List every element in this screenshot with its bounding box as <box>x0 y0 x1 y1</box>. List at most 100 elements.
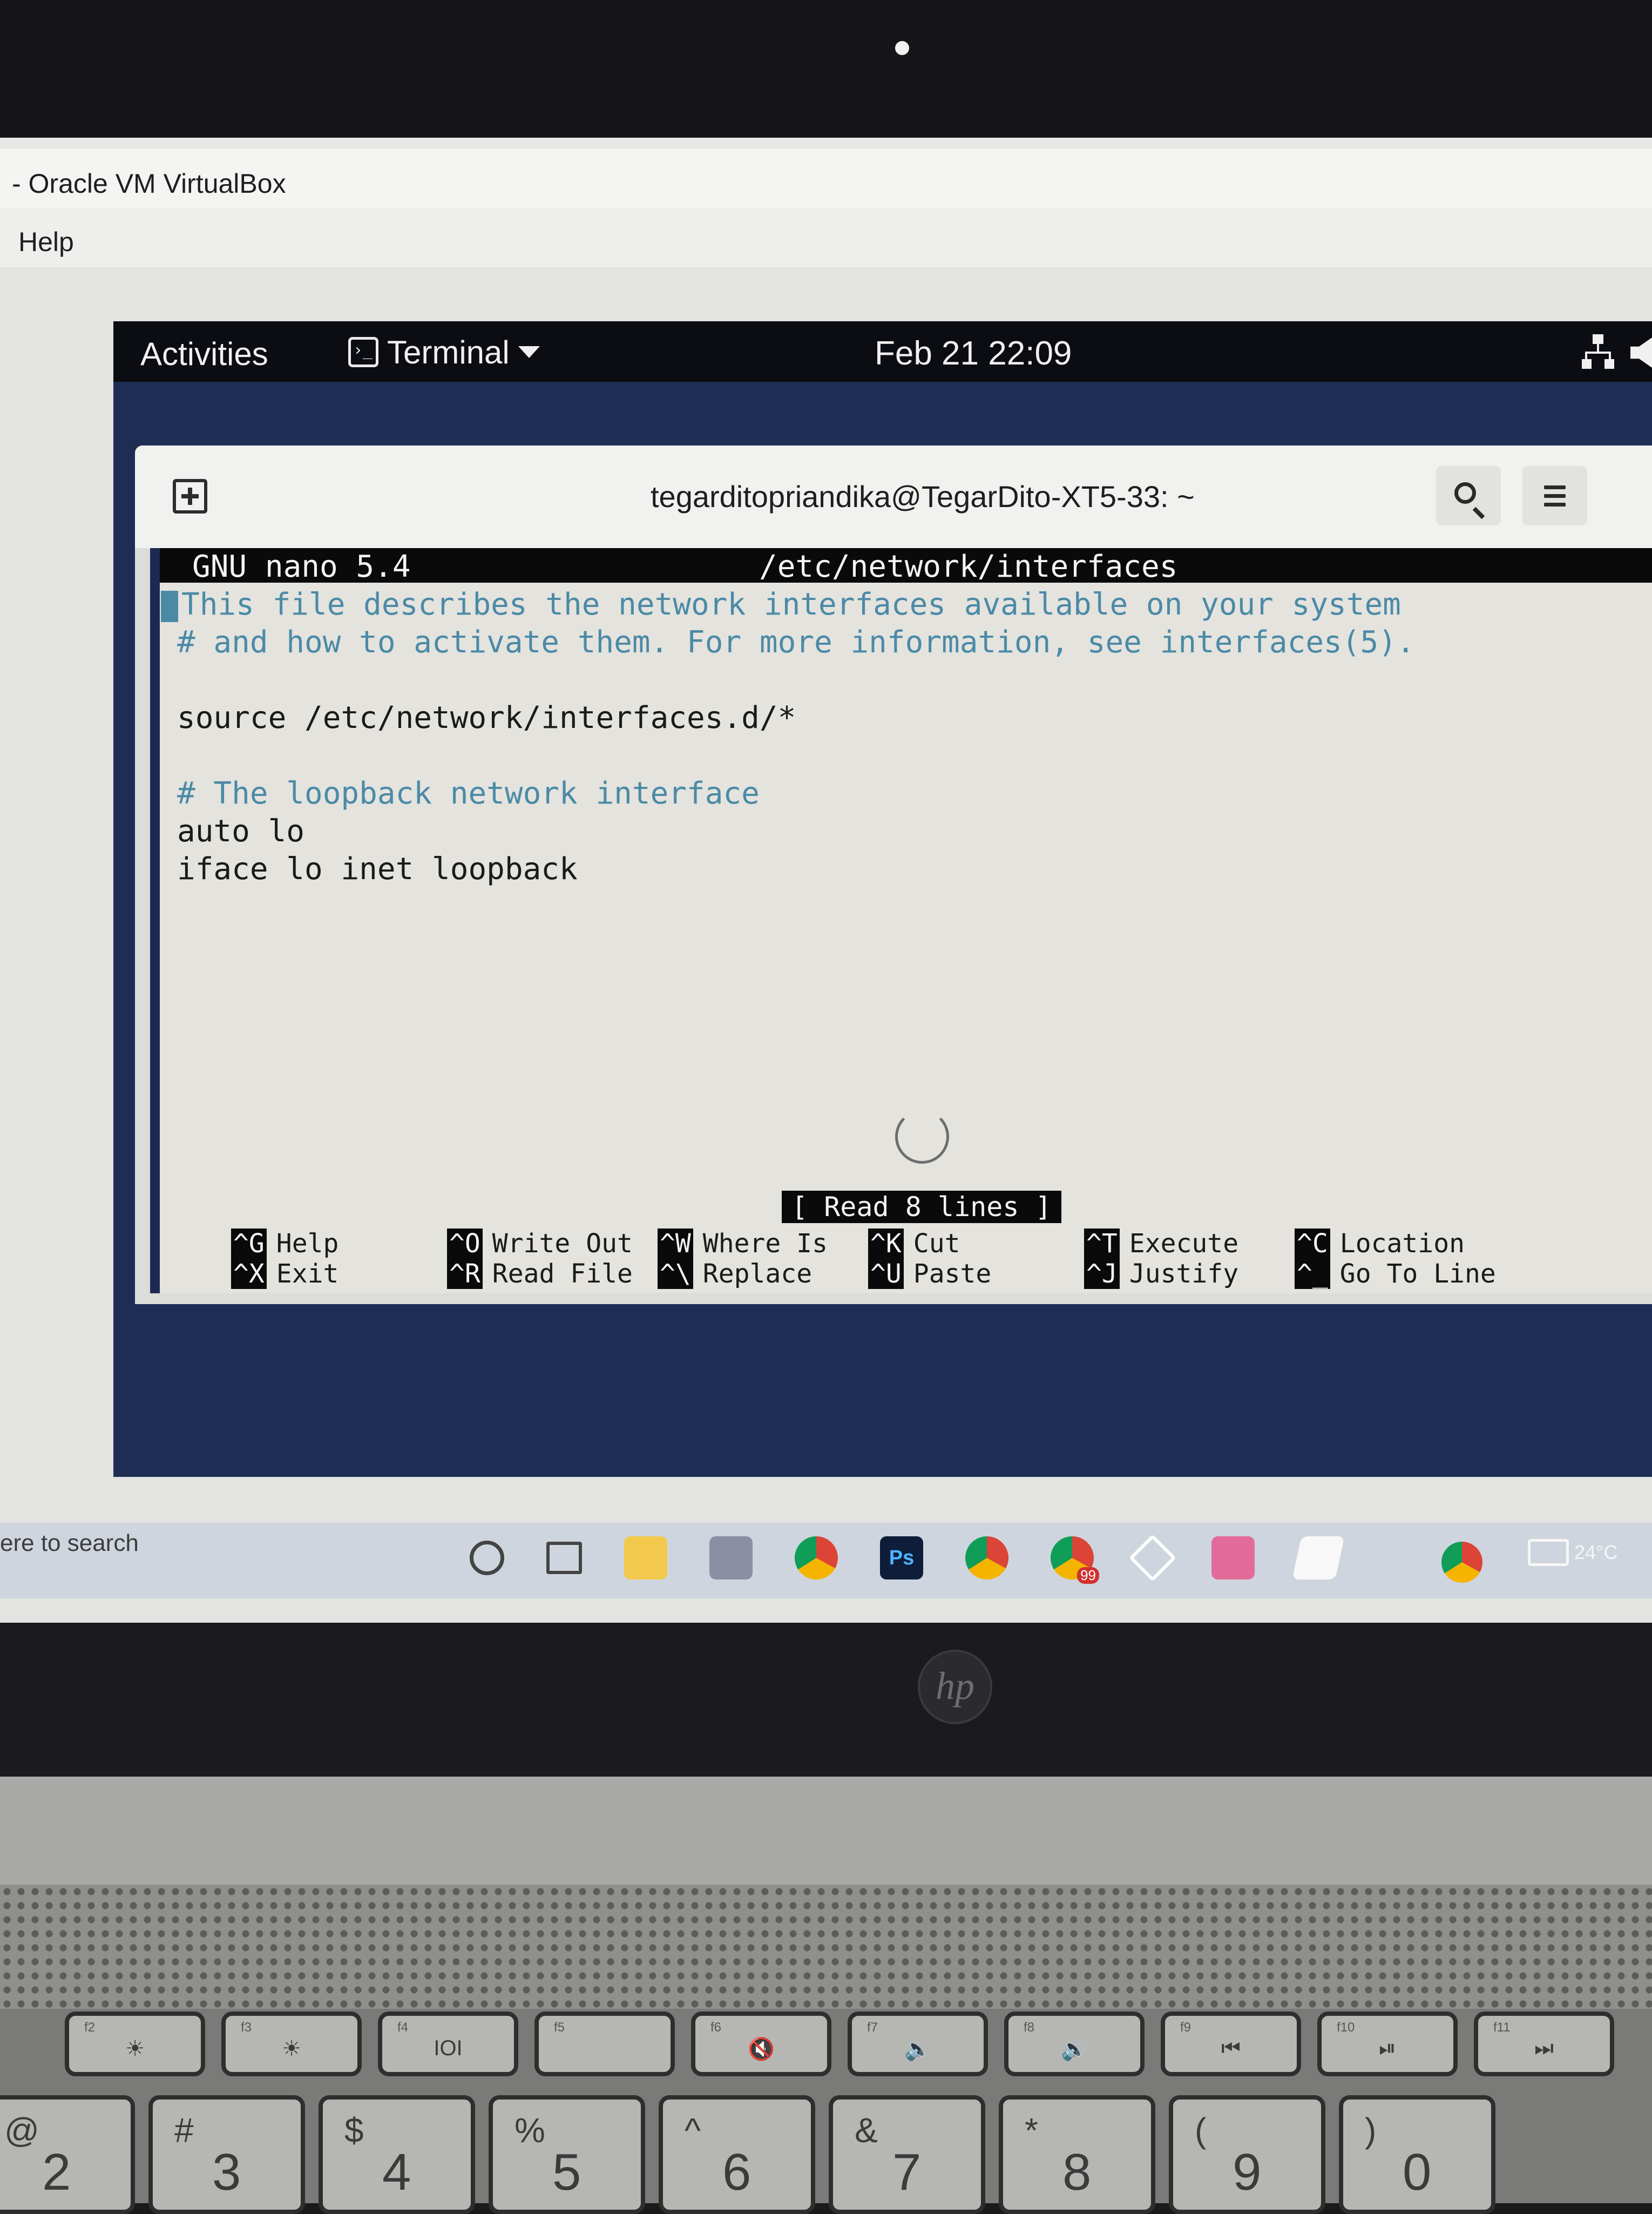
shortcut-key: ^X <box>231 1259 267 1289</box>
number-key[interactable]: (9 <box>1169 2095 1325 2214</box>
number-key-digit: 2 <box>42 2143 71 2201</box>
function-key[interactable]: f2 ☀ <box>65 2012 205 2076</box>
nano-shortcut: ^J Justify <box>1084 1259 1289 1289</box>
function-key[interactable]: f5 <box>534 2012 675 2076</box>
number-key[interactable]: ) 0 <box>1339 2095 1495 2214</box>
search-icon <box>1454 482 1476 504</box>
menu-button[interactable] <box>1522 466 1587 525</box>
number-key-symbol: & <box>855 2111 878 2150</box>
number-key[interactable]: * 8 <box>999 2095 1155 2214</box>
number-key-symbol: % <box>514 2111 545 2150</box>
app-menu-terminal[interactable]: Terminal <box>348 333 540 371</box>
virtualbox-icon[interactable] <box>1129 1534 1176 1582</box>
number-key-digit: 9 <box>1233 2143 1262 2201</box>
taskbar-search[interactable]: ere to search <box>0 1530 139 1557</box>
terminal-title: tegarditopriandika@TegarDito-XT5-33: ~ <box>651 480 1195 514</box>
number-key-digit: 5 <box>552 2143 581 2201</box>
function-key[interactable]: f8 🔊 <box>1004 2012 1145 2076</box>
function-key-label: f11 <box>1493 2020 1511 2035</box>
nano-buffer[interactable]: This file describes the network interfac… <box>161 586 1635 888</box>
nano-editor[interactable]: GNU nano 5.4 /etc/network/interfaces Thi… <box>150 548 1652 1293</box>
function-key[interactable]: f4 IOI <box>378 2012 518 2076</box>
chrome-icon[interactable] <box>795 1536 838 1580</box>
new-tab-icon[interactable] <box>173 479 207 514</box>
shortcut-key: ^U <box>868 1259 904 1289</box>
number-key-symbol: # <box>174 2111 194 2150</box>
camera-app-icon[interactable] <box>1211 1536 1255 1580</box>
chrome-notifications-icon[interactable]: 99 <box>1051 1536 1099 1584</box>
laptop-top-bezel <box>0 0 1652 146</box>
number-key[interactable]: % 5 <box>489 2095 645 2214</box>
number-key-digit: 4 <box>382 2143 411 2201</box>
function-key-label: f9 <box>1180 2020 1191 2035</box>
notification-badge: 99 <box>1077 1567 1099 1584</box>
number-key-digit: 7 <box>892 2143 922 2201</box>
nano-line: # and how to activate them. For more inf… <box>177 624 1635 662</box>
caret-down-icon <box>518 346 540 358</box>
search-button[interactable] <box>1436 466 1501 525</box>
number-key[interactable]: $4 <box>319 2095 475 2214</box>
speaker-grille <box>0 1885 1652 2009</box>
menu-help[interactable]: Help <box>18 226 74 258</box>
nano-filename: /etc/network/interfaces <box>759 549 1178 584</box>
nano-shortcut: ^G Help <box>231 1228 436 1259</box>
number-key[interactable]: ^ 6 <box>659 2095 815 2214</box>
number-key-symbol: ( <box>1195 2111 1207 2150</box>
chat-icon[interactable] <box>709 1536 753 1580</box>
weather-widget[interactable]: 24°C <box>1528 1539 1617 1566</box>
number-key-symbol: ^ <box>685 2111 701 2150</box>
clock[interactable]: Feb 21 22:09 <box>875 334 1072 373</box>
function-key[interactable]: f10 ⏯ <box>1317 2012 1458 2076</box>
function-key[interactable]: f6 🔇 <box>691 2012 831 2076</box>
chrome-profile-icon[interactable] <box>965 1536 1008 1580</box>
cortana-icon[interactable] <box>470 1541 504 1575</box>
function-key[interactable]: f3 ☀ <box>221 2012 362 2076</box>
nano-shortcut: ^U Paste <box>868 1259 1073 1289</box>
number-key[interactable]: @2 <box>0 2095 135 2214</box>
sticky-notes-icon[interactable] <box>1292 1536 1345 1580</box>
weather-icon <box>1528 1539 1569 1566</box>
shortcut-label: Replace <box>702 1259 813 1289</box>
function-key[interactable]: f7 🔉 <box>848 2012 988 2076</box>
nano-line-text: # The loopback network interface <box>177 776 760 811</box>
nano-line: This file describes the network interfac… <box>161 586 1635 624</box>
tray-chrome-icon[interactable] <box>1441 1542 1482 1583</box>
nano-line: source /etc/network/interfaces.d/* <box>177 699 1635 737</box>
number-key-symbol: $ <box>344 2111 364 2150</box>
function-key-symbol: ⏮ <box>1221 2036 1241 2060</box>
nano-line-text: auto lo <box>177 814 305 849</box>
hp-logo: hp <box>918 1650 992 1724</box>
function-key[interactable]: f9 ⏮ <box>1161 2012 1301 2076</box>
shortcut-label: Read File <box>492 1259 633 1289</box>
webcam-light <box>895 41 909 55</box>
file-explorer-icon[interactable] <box>624 1536 667 1580</box>
function-key-symbol: ⏯ <box>1379 2036 1396 2060</box>
nano-shortcut: ^K Cut <box>868 1228 1073 1259</box>
guest-display: Activities Terminal Feb 21 22:09 t <box>113 321 1652 1477</box>
number-key[interactable]: #3 <box>148 2095 305 2214</box>
task-view-icon[interactable] <box>546 1542 582 1574</box>
shortcut-label: Justify <box>1129 1259 1239 1289</box>
nano-line: auto lo <box>177 813 1635 850</box>
function-key[interactable]: f11 ⏭ <box>1474 2012 1614 2076</box>
network-icon[interactable] <box>1582 333 1614 371</box>
number-key[interactable]: & 7 <box>829 2095 985 2214</box>
shortcut-key: ^C <box>1295 1228 1330 1259</box>
taskbar-apps: Ps 99 <box>470 1534 1345 1584</box>
photoshop-icon[interactable]: Ps <box>880 1536 923 1580</box>
app-menu-label: Terminal <box>387 334 510 370</box>
function-key-symbol: ⏭ <box>1534 2036 1554 2060</box>
laptop-hinge <box>0 1777 1652 1885</box>
nano-shortcut: ^R Read File <box>447 1259 652 1289</box>
shortcut-label: Execute <box>1129 1228 1239 1259</box>
number-key-symbol: @ <box>4 2111 39 2150</box>
nano-line-text: This file describes the network interfac… <box>181 587 1401 622</box>
function-key-label: f6 <box>710 2020 722 2035</box>
activities-button[interactable]: Activities <box>140 335 268 373</box>
terminal-icon <box>348 337 378 367</box>
shortcut-label: Help <box>276 1228 339 1259</box>
volume-icon[interactable] <box>1630 338 1652 368</box>
terminal-headerbar: tegarditopriandika@TegarDito-XT5-33: ~ <box>135 446 1652 548</box>
function-key-label: f8 <box>1024 2020 1035 2035</box>
nano-line: # The loopback network interface <box>177 775 1635 813</box>
